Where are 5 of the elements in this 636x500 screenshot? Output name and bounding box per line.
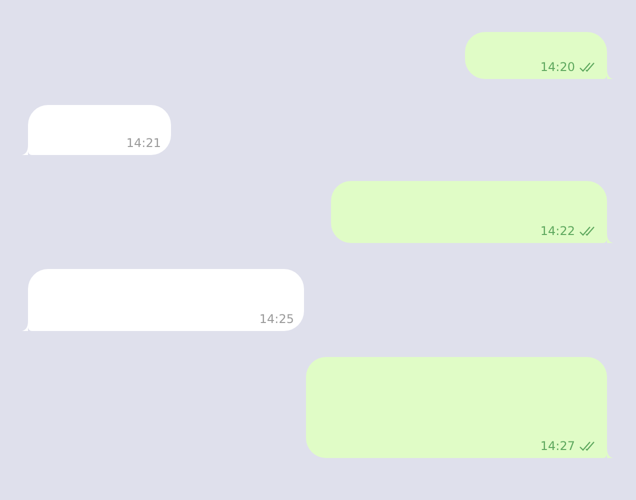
message-time: 14:27 <box>540 438 575 454</box>
message-time: 14:25 <box>259 311 294 327</box>
message-time: 14:20 <box>540 59 575 75</box>
message-time: 14:22 <box>540 223 575 239</box>
message-time: 14:21 <box>126 135 161 151</box>
